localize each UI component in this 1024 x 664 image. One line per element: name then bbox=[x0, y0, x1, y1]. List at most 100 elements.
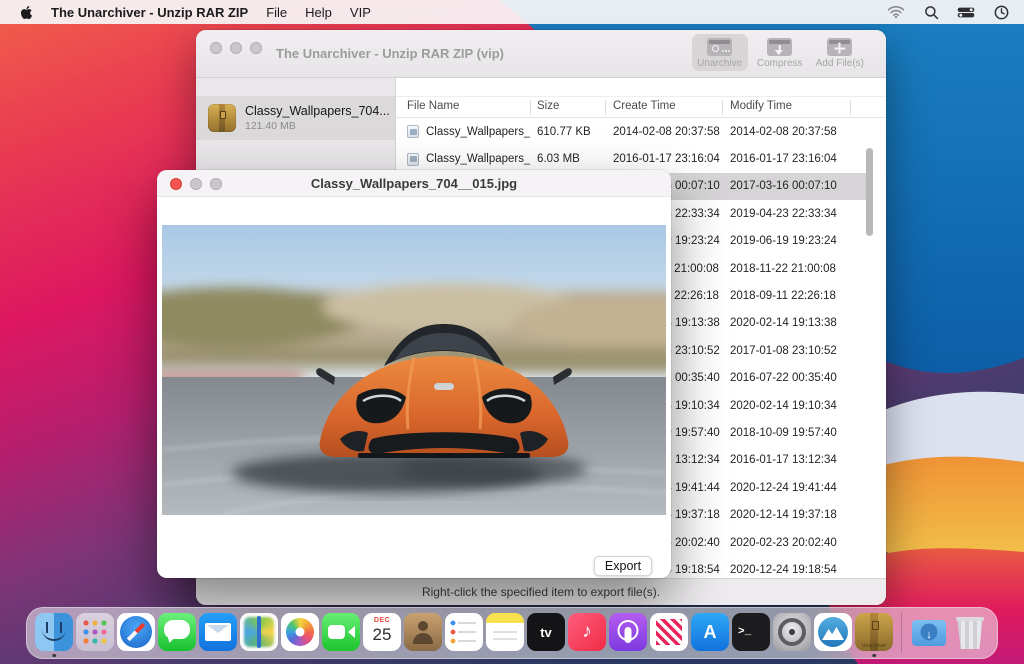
modify-time-cell: 2020-02-23 20:02:40 bbox=[722, 537, 886, 549]
column-divider bbox=[530, 100, 531, 115]
supercar-photo bbox=[162, 225, 666, 515]
podcasts-app-icon bbox=[609, 613, 647, 651]
trash-app-icon bbox=[951, 613, 989, 651]
file-name-cell: Classy_Wallpapers__... bbox=[396, 153, 530, 166]
unarchive-button[interactable]: Unarchive bbox=[692, 34, 748, 71]
appstore-glyph: A bbox=[691, 613, 729, 651]
modify-time-cell: 2014-02-08 20:37:58 bbox=[722, 126, 886, 138]
col-create-time[interactable]: Create Time bbox=[613, 100, 676, 112]
dock-item-downloads[interactable]: ↓ bbox=[910, 609, 948, 657]
dock-item-photos[interactable] bbox=[281, 609, 319, 657]
unarchiver-app-icon: Unarchiver bbox=[855, 613, 893, 651]
dock-item-news[interactable] bbox=[650, 609, 688, 657]
modify-time-cell: 2020-02-14 19:13:38 bbox=[722, 317, 886, 329]
apple-logo-icon[interactable] bbox=[20, 5, 33, 20]
dock: DEC25 tv♪ A>_ Unarchiver ↓ bbox=[26, 607, 998, 659]
unarchiver-glyph: Unarchiver bbox=[855, 642, 893, 649]
table-row[interactable]: Classy_Wallpapers__...610.77 KB2014-02-0… bbox=[396, 118, 886, 145]
unarchive-label: Unarchive bbox=[696, 58, 744, 69]
modify-time-cell: 2016-07-22 00:35:40 bbox=[722, 372, 886, 384]
main-window-title: The Unarchiver - Unzip RAR ZIP (vip) bbox=[276, 30, 504, 78]
wifi-icon[interactable] bbox=[887, 4, 905, 20]
create-time-cell: 2014-02-08 20:37:58 bbox=[605, 126, 722, 138]
col-modify-time[interactable]: Modify Time bbox=[730, 100, 792, 112]
menu-bar: The Unarchiver - Unzip RAR ZIP File Help… bbox=[0, 0, 1024, 24]
dock-item-appletv[interactable]: tv bbox=[527, 609, 565, 657]
dock-item-safari[interactable] bbox=[117, 609, 155, 657]
dock-item-music[interactable]: ♪ bbox=[568, 609, 606, 657]
preview-minimize-button[interactable] bbox=[190, 178, 202, 190]
dock-item-contacts[interactable] bbox=[404, 609, 442, 657]
dock-item-notes[interactable] bbox=[486, 609, 524, 657]
running-indicator bbox=[52, 654, 56, 658]
safari-app-icon bbox=[117, 613, 155, 651]
modify-time-cell: 2016-01-17 13:12:34 bbox=[722, 454, 886, 466]
menu-file[interactable]: File bbox=[266, 5, 287, 20]
col-file-name[interactable]: File Name bbox=[407, 100, 459, 112]
spotlight-search-icon[interactable] bbox=[922, 4, 940, 20]
status-bar: Right-click the specified item to export… bbox=[196, 578, 886, 605]
downloads-app-icon: ↓ bbox=[910, 613, 948, 651]
preview-close-button[interactable] bbox=[170, 178, 182, 190]
appletv-glyph: tv bbox=[527, 613, 565, 651]
file-name-text: Classy_Wallpapers__... bbox=[426, 153, 530, 165]
calendar-day: 25 bbox=[363, 625, 401, 645]
preview-titlebar: Classy_Wallpapers_704__015.jpg bbox=[157, 170, 671, 197]
table-scrollbar-thumb[interactable] bbox=[866, 148, 873, 236]
mountain-app-icon bbox=[814, 613, 852, 651]
image-file-icon bbox=[407, 125, 419, 138]
dock-item-mountain[interactable] bbox=[814, 609, 852, 657]
dock-item-podcasts[interactable] bbox=[609, 609, 647, 657]
table-row[interactable]: Classy_Wallpapers__...6.03 MB2016-01-17 … bbox=[396, 145, 886, 172]
menu-app-name[interactable]: The Unarchiver - Unzip RAR ZIP bbox=[51, 5, 248, 20]
facetime-app-icon bbox=[322, 613, 360, 651]
launchpad-app-icon bbox=[76, 613, 114, 651]
appletv-app-icon: tv bbox=[527, 613, 565, 651]
modify-time-cell: 2017-01-08 23:10:52 bbox=[722, 345, 886, 357]
image-preview-window: Classy_Wallpapers_704__015.jpg bbox=[157, 170, 671, 578]
dock-item-calendar[interactable]: DEC25 bbox=[363, 609, 401, 657]
table-header: File Name Size Create Time Modify Time bbox=[396, 96, 886, 118]
dock-item-settings[interactable] bbox=[773, 609, 811, 657]
downloads-glyph: ↓ bbox=[910, 619, 948, 651]
add-files-button[interactable]: Add File(s) bbox=[812, 34, 868, 71]
modify-time-cell: 2017-03-16 00:07:10 bbox=[722, 180, 886, 192]
menu-help[interactable]: Help bbox=[305, 5, 332, 20]
close-button[interactable] bbox=[210, 42, 222, 54]
col-size[interactable]: Size bbox=[537, 100, 559, 112]
export-button[interactable]: Export bbox=[594, 556, 652, 576]
music-app-icon: ♪ bbox=[568, 613, 606, 651]
control-center-icon[interactable] bbox=[957, 4, 975, 20]
notes-app-icon bbox=[486, 613, 524, 651]
dock-item-trash[interactable] bbox=[951, 609, 989, 657]
minimize-button[interactable] bbox=[230, 42, 242, 54]
dock-item-facetime[interactable] bbox=[322, 609, 360, 657]
zoom-button[interactable] bbox=[250, 42, 262, 54]
dock-item-appstore[interactable]: A bbox=[691, 609, 729, 657]
dock-item-launchpad[interactable] bbox=[76, 609, 114, 657]
preview-zoom-button[interactable] bbox=[210, 178, 222, 190]
dock-item-terminal[interactable]: >_ bbox=[732, 609, 770, 657]
dock-divider bbox=[901, 613, 902, 653]
file-name-cell: Classy_Wallpapers__... bbox=[396, 125, 530, 138]
contacts-app-icon bbox=[404, 613, 442, 651]
dock-item-finder[interactable] bbox=[35, 609, 73, 657]
toolbar: Unarchive Compress Add File(s) bbox=[692, 34, 868, 71]
compress-icon bbox=[767, 38, 792, 56]
sidebar-item-archive[interactable]: Classy_Wallpapers_704... 121.40 MB bbox=[196, 96, 395, 140]
main-window-titlebar: The Unarchiver - Unzip RAR ZIP (vip) Una… bbox=[196, 30, 886, 78]
dock-item-messages[interactable] bbox=[158, 609, 196, 657]
clock-icon[interactable] bbox=[992, 4, 1010, 20]
modify-time-cell: 2020-12-24 19:18:54 bbox=[722, 564, 886, 576]
menu-vip[interactable]: VIP bbox=[350, 5, 371, 20]
compress-label: Compress bbox=[756, 58, 804, 69]
photos-app-icon bbox=[281, 613, 319, 651]
finder-app-icon bbox=[35, 613, 73, 651]
dock-item-swirl[interactable] bbox=[240, 609, 278, 657]
dock-item-unarchiver[interactable]: Unarchiver bbox=[855, 609, 893, 657]
compress-button[interactable]: Compress bbox=[752, 34, 808, 71]
dock-item-mail[interactable] bbox=[199, 609, 237, 657]
modify-time-cell: 2018-11-22 21:00:08 bbox=[722, 263, 886, 275]
modify-time-cell: 2019-06-19 19:23:24 bbox=[722, 235, 886, 247]
dock-item-reminders[interactable] bbox=[445, 609, 483, 657]
